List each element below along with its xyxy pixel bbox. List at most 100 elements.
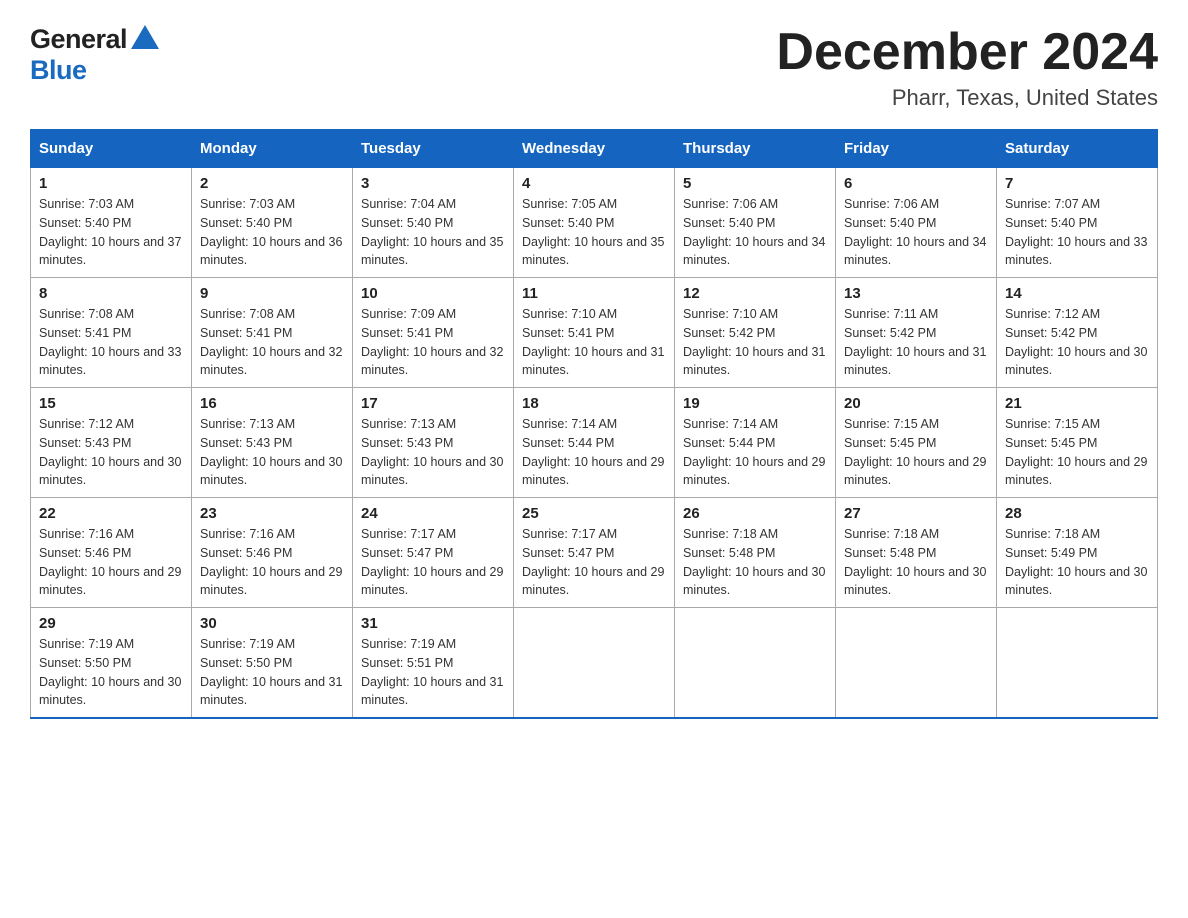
day-info: Sunrise: 7:19 AMSunset: 5:50 PMDaylight:… (200, 635, 344, 710)
calendar-week-3: 15 Sunrise: 7:12 AMSunset: 5:43 PMDaylig… (31, 388, 1158, 498)
day-info: Sunrise: 7:14 AMSunset: 5:44 PMDaylight:… (522, 415, 666, 490)
day-info: Sunrise: 7:07 AMSunset: 5:40 PMDaylight:… (1005, 195, 1149, 270)
day-info: Sunrise: 7:14 AMSunset: 5:44 PMDaylight:… (683, 415, 827, 490)
calendar-cell: 14 Sunrise: 7:12 AMSunset: 5:42 PMDaylig… (997, 278, 1158, 388)
day-number: 30 (200, 615, 344, 632)
calendar-cell: 11 Sunrise: 7:10 AMSunset: 5:41 PMDaylig… (514, 278, 675, 388)
day-number: 24 (361, 505, 505, 522)
title-block: December 2024 Pharr, Texas, United State… (776, 24, 1158, 111)
logo-arrow-icon (131, 25, 159, 54)
calendar-cell: 7 Sunrise: 7:07 AMSunset: 5:40 PMDayligh… (997, 168, 1158, 278)
logo-general-text: General (30, 24, 127, 55)
day-number: 8 (39, 285, 183, 302)
calendar-cell: 26 Sunrise: 7:18 AMSunset: 5:48 PMDaylig… (675, 498, 836, 608)
day-number: 11 (522, 285, 666, 302)
calendar-cell: 3 Sunrise: 7:04 AMSunset: 5:40 PMDayligh… (353, 168, 514, 278)
page: General Blue December 2024 Pharr, Texas,… (0, 0, 1188, 743)
calendar-week-4: 22 Sunrise: 7:16 AMSunset: 5:46 PMDaylig… (31, 498, 1158, 608)
day-number: 27 (844, 505, 988, 522)
calendar-cell: 21 Sunrise: 7:15 AMSunset: 5:45 PMDaylig… (997, 388, 1158, 498)
calendar-cell: 31 Sunrise: 7:19 AMSunset: 5:51 PMDaylig… (353, 608, 514, 719)
day-number: 21 (1005, 395, 1149, 412)
day-number: 23 (200, 505, 344, 522)
day-info: Sunrise: 7:18 AMSunset: 5:49 PMDaylight:… (1005, 525, 1149, 600)
calendar-cell: 2 Sunrise: 7:03 AMSunset: 5:40 PMDayligh… (192, 168, 353, 278)
day-info: Sunrise: 7:03 AMSunset: 5:40 PMDaylight:… (39, 195, 183, 270)
day-info: Sunrise: 7:15 AMSunset: 5:45 PMDaylight:… (844, 415, 988, 490)
calendar-cell: 28 Sunrise: 7:18 AMSunset: 5:49 PMDaylig… (997, 498, 1158, 608)
day-info: Sunrise: 7:12 AMSunset: 5:43 PMDaylight:… (39, 415, 183, 490)
calendar-cell: 29 Sunrise: 7:19 AMSunset: 5:50 PMDaylig… (31, 608, 192, 719)
day-number: 9 (200, 285, 344, 302)
day-info: Sunrise: 7:09 AMSunset: 5:41 PMDaylight:… (361, 305, 505, 380)
day-number: 1 (39, 175, 183, 192)
calendar-cell (997, 608, 1158, 719)
calendar-cell: 1 Sunrise: 7:03 AMSunset: 5:40 PMDayligh… (31, 168, 192, 278)
day-info: Sunrise: 7:15 AMSunset: 5:45 PMDaylight:… (1005, 415, 1149, 490)
day-info: Sunrise: 7:16 AMSunset: 5:46 PMDaylight:… (200, 525, 344, 600)
calendar-cell: 16 Sunrise: 7:13 AMSunset: 5:43 PMDaylig… (192, 388, 353, 498)
day-info: Sunrise: 7:10 AMSunset: 5:42 PMDaylight:… (683, 305, 827, 380)
col-sunday: Sunday (31, 130, 192, 168)
calendar-cell: 20 Sunrise: 7:15 AMSunset: 5:45 PMDaylig… (836, 388, 997, 498)
calendar-cell: 6 Sunrise: 7:06 AMSunset: 5:40 PMDayligh… (836, 168, 997, 278)
calendar-cell: 9 Sunrise: 7:08 AMSunset: 5:41 PMDayligh… (192, 278, 353, 388)
calendar-title: December 2024 (776, 24, 1158, 81)
col-thursday: Thursday (675, 130, 836, 168)
calendar-cell: 25 Sunrise: 7:17 AMSunset: 5:47 PMDaylig… (514, 498, 675, 608)
calendar-cell (514, 608, 675, 719)
calendar-cell: 27 Sunrise: 7:18 AMSunset: 5:48 PMDaylig… (836, 498, 997, 608)
calendar-header-row: Sunday Monday Tuesday Wednesday Thursday… (31, 130, 1158, 168)
day-info: Sunrise: 7:10 AMSunset: 5:41 PMDaylight:… (522, 305, 666, 380)
day-number: 16 (200, 395, 344, 412)
col-friday: Friday (836, 130, 997, 168)
day-number: 7 (1005, 175, 1149, 192)
day-number: 14 (1005, 285, 1149, 302)
calendar-cell: 22 Sunrise: 7:16 AMSunset: 5:46 PMDaylig… (31, 498, 192, 608)
day-info: Sunrise: 7:05 AMSunset: 5:40 PMDaylight:… (522, 195, 666, 270)
day-number: 20 (844, 395, 988, 412)
calendar-cell: 24 Sunrise: 7:17 AMSunset: 5:47 PMDaylig… (353, 498, 514, 608)
day-info: Sunrise: 7:08 AMSunset: 5:41 PMDaylight:… (200, 305, 344, 380)
day-info: Sunrise: 7:13 AMSunset: 5:43 PMDaylight:… (361, 415, 505, 490)
col-tuesday: Tuesday (353, 130, 514, 168)
calendar-cell: 4 Sunrise: 7:05 AMSunset: 5:40 PMDayligh… (514, 168, 675, 278)
day-info: Sunrise: 7:08 AMSunset: 5:41 PMDaylight:… (39, 305, 183, 380)
day-number: 10 (361, 285, 505, 302)
calendar-subtitle: Pharr, Texas, United States (776, 85, 1158, 111)
day-info: Sunrise: 7:12 AMSunset: 5:42 PMDaylight:… (1005, 305, 1149, 380)
day-number: 5 (683, 175, 827, 192)
col-wednesday: Wednesday (514, 130, 675, 168)
day-info: Sunrise: 7:06 AMSunset: 5:40 PMDaylight:… (844, 195, 988, 270)
header: General Blue December 2024 Pharr, Texas,… (30, 24, 1158, 111)
calendar-cell: 10 Sunrise: 7:09 AMSunset: 5:41 PMDaylig… (353, 278, 514, 388)
calendar-table: Sunday Monday Tuesday Wednesday Thursday… (30, 129, 1158, 719)
day-number: 18 (522, 395, 666, 412)
calendar-cell: 13 Sunrise: 7:11 AMSunset: 5:42 PMDaylig… (836, 278, 997, 388)
calendar-cell: 17 Sunrise: 7:13 AMSunset: 5:43 PMDaylig… (353, 388, 514, 498)
calendar-cell: 23 Sunrise: 7:16 AMSunset: 5:46 PMDaylig… (192, 498, 353, 608)
day-number: 3 (361, 175, 505, 192)
day-number: 2 (200, 175, 344, 192)
calendar-cell (836, 608, 997, 719)
calendar-cell: 19 Sunrise: 7:14 AMSunset: 5:44 PMDaylig… (675, 388, 836, 498)
day-number: 6 (844, 175, 988, 192)
calendar-week-1: 1 Sunrise: 7:03 AMSunset: 5:40 PMDayligh… (31, 168, 1158, 278)
day-info: Sunrise: 7:19 AMSunset: 5:51 PMDaylight:… (361, 635, 505, 710)
day-number: 12 (683, 285, 827, 302)
calendar-cell: 12 Sunrise: 7:10 AMSunset: 5:42 PMDaylig… (675, 278, 836, 388)
day-number: 4 (522, 175, 666, 192)
day-number: 31 (361, 615, 505, 632)
calendar-cell: 18 Sunrise: 7:14 AMSunset: 5:44 PMDaylig… (514, 388, 675, 498)
col-monday: Monday (192, 130, 353, 168)
day-number: 17 (361, 395, 505, 412)
day-number: 28 (1005, 505, 1149, 522)
day-info: Sunrise: 7:03 AMSunset: 5:40 PMDaylight:… (200, 195, 344, 270)
calendar-cell: 15 Sunrise: 7:12 AMSunset: 5:43 PMDaylig… (31, 388, 192, 498)
logo-blue-text: Blue (30, 55, 87, 86)
calendar-week-5: 29 Sunrise: 7:19 AMSunset: 5:50 PMDaylig… (31, 608, 1158, 719)
day-number: 25 (522, 505, 666, 522)
calendar-cell: 30 Sunrise: 7:19 AMSunset: 5:50 PMDaylig… (192, 608, 353, 719)
calendar-cell: 8 Sunrise: 7:08 AMSunset: 5:41 PMDayligh… (31, 278, 192, 388)
day-info: Sunrise: 7:17 AMSunset: 5:47 PMDaylight:… (361, 525, 505, 600)
